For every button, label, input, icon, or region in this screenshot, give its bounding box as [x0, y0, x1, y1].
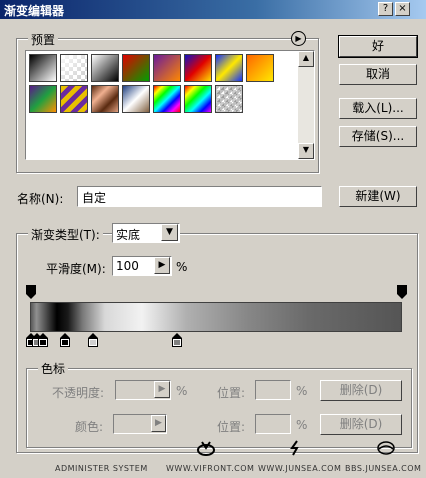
violet-orange-gradient-icon[interactable] — [153, 54, 181, 82]
arrow-right-icon: ▶ — [155, 418, 162, 428]
gradient-type-value: 实底 — [116, 228, 141, 242]
color-menu-button[interactable]: ▶ — [151, 415, 166, 432]
copper-gradient-icon[interactable] — [91, 85, 119, 113]
dropdown-button[interactable]: ▼ — [161, 224, 178, 241]
smoothness-label: 平滑度(M): — [46, 262, 106, 276]
opacity-input[interactable]: ▶ — [115, 380, 171, 400]
orange-yellow-gradient-icon[interactable] — [246, 54, 274, 82]
footer-junsea-text: WWW.JUNSEA.COM — [258, 464, 342, 473]
ok-button[interactable]: 好 — [338, 35, 418, 58]
gradient-type-select[interactable]: 实底 ▼ — [112, 223, 180, 243]
gradient-editor-window: 渐变编辑器 ? × 预置 ▶ ▲ ▼ 好 取消 载入(L)... 存储(S)..… — [0, 0, 426, 478]
chrome-gradient-icon[interactable] — [122, 85, 150, 113]
arrow-right-icon: ▶ — [158, 384, 166, 394]
presets-label: 预置 — [28, 31, 59, 48]
junsea-logo-icon — [288, 440, 302, 456]
help-icon: ? — [382, 3, 389, 14]
arrow-up-icon: ▲ — [302, 53, 310, 62]
color-swatch-input[interactable]: ▶ — [113, 414, 167, 434]
vifront-logo-icon — [196, 440, 216, 456]
spectrum-gradient-icon[interactable] — [153, 85, 181, 113]
black-white-gradient-2-icon[interactable] — [91, 54, 119, 82]
smoothness-value: 100 — [116, 259, 139, 273]
arrow-down-icon: ▼ — [302, 145, 310, 154]
blue-red-yellow-gradient-icon[interactable] — [184, 54, 212, 82]
close-button[interactable]: × — [395, 2, 410, 16]
transparent-stripes-icon[interactable] — [215, 85, 243, 113]
swatch-grid — [28, 53, 300, 153]
footer-admin-text: ADMINISTER SYSTEM — [55, 464, 148, 473]
scroll-up-button[interactable]: ▲ — [298, 51, 314, 67]
chevron-down-icon: ▼ — [166, 227, 173, 237]
color-stop-marker[interactable] — [88, 333, 98, 347]
opacity-stop-right[interactable] — [397, 285, 407, 299]
footer-vifront-text: WWW.VIFRONT.COM — [166, 464, 255, 473]
name-input[interactable]: 自定 — [77, 186, 322, 207]
title-bar: 渐变编辑器 ? × — [0, 0, 426, 19]
yellow-violet-stripes-icon[interactable] — [60, 85, 88, 113]
opacity-location-unit: % — [296, 384, 308, 398]
window-title: 渐变编辑器 — [4, 4, 65, 18]
name-value: 自定 — [82, 191, 107, 205]
opacity-slider-button[interactable]: ▶ — [154, 381, 170, 398]
save-button[interactable]: 存储(S)... — [339, 126, 417, 147]
scroll-down-button[interactable]: ▼ — [298, 143, 314, 159]
opacity-stop-left[interactable] — [26, 285, 36, 299]
new-button[interactable]: 新建(W) — [339, 186, 417, 207]
close-icon: × — [398, 3, 407, 14]
color-location-input[interactable] — [255, 414, 291, 434]
menu-arrow-icon: ▶ — [295, 34, 302, 43]
name-label: 名称(N): — [17, 192, 64, 206]
blue-yellow-blue-gradient-icon[interactable] — [215, 54, 243, 82]
gradient-preview-bar[interactable] — [30, 302, 402, 332]
presets-list[interactable]: ▲ ▼ — [25, 50, 315, 160]
smoothness-unit: % — [176, 260, 188, 274]
footer-bbs-text: BBS.JUNSEA.COM — [345, 464, 422, 473]
presets-scrollbar[interactable]: ▲ ▼ — [298, 51, 314, 159]
red-green-gradient-icon[interactable] — [122, 54, 150, 82]
arrow-right-icon: ▶ — [158, 260, 166, 270]
color-label: 颜色: — [75, 420, 104, 434]
load-button[interactable]: 载入(L)... — [339, 98, 417, 119]
help-button[interactable]: ? — [378, 2, 393, 16]
presets-menu-button[interactable]: ▶ — [291, 31, 306, 46]
color-location-label: 位置: — [217, 420, 246, 434]
color-location-unit: % — [296, 418, 308, 432]
opacity-unit: % — [176, 384, 188, 398]
opacity-location-label: 位置: — [217, 386, 246, 400]
opacity-location-input[interactable] — [255, 380, 291, 400]
cancel-button[interactable]: 取消 — [339, 64, 417, 85]
transparent-rainbow-gradient-icon[interactable] — [184, 85, 212, 113]
violet-green-orange-gradient-icon[interactable] — [29, 85, 57, 113]
delete-color-stop-button[interactable]: 删除(D) — [320, 414, 402, 435]
color-stop-marker[interactable] — [60, 333, 70, 347]
bbs-logo-icon — [376, 440, 396, 456]
color-stop-marker[interactable] — [38, 333, 48, 347]
gradient-type-label: 渐变类型(T): — [28, 226, 103, 243]
black-white-gradient-icon[interactable] — [29, 54, 57, 82]
transparent-gradient-icon[interactable] — [60, 54, 88, 82]
delete-opacity-stop-button[interactable]: 删除(D) — [320, 380, 402, 401]
color-stops-label: 色标 — [38, 360, 69, 377]
smoothness-input[interactable]: 100 ▶ — [112, 256, 172, 276]
opacity-label: 不透明度: — [52, 386, 105, 400]
color-stop-marker[interactable] — [172, 333, 182, 347]
smoothness-slider-button[interactable]: ▶ — [154, 257, 170, 274]
